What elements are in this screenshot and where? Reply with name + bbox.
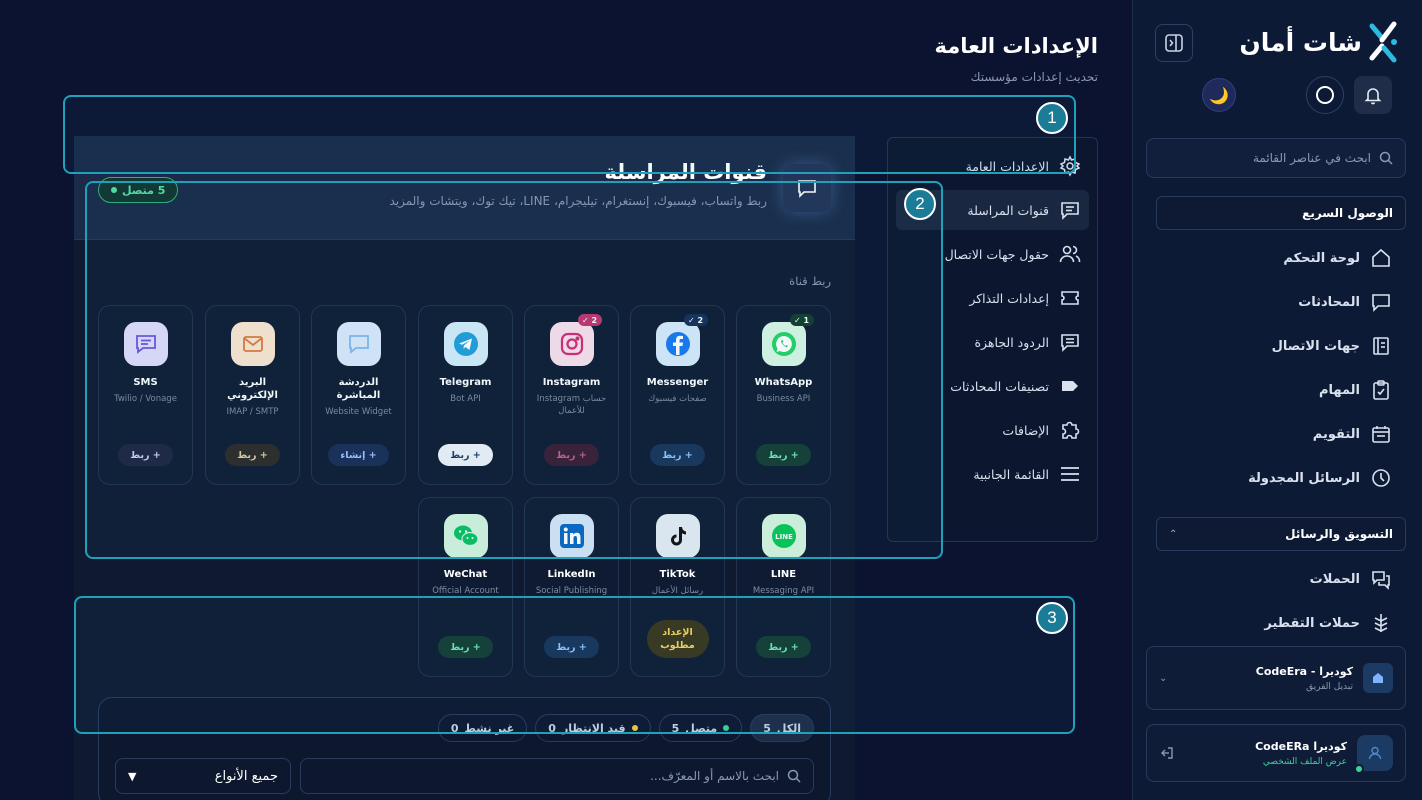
logo-icon xyxy=(1369,21,1397,63)
menu-icon xyxy=(1061,467,1079,481)
status-ring-icon xyxy=(1316,86,1334,104)
theme-toggle-button[interactable]: 🌙 xyxy=(1202,78,1236,112)
sidebar-toggle-icon xyxy=(1165,34,1183,52)
channel-name: LinkedIn xyxy=(547,569,596,580)
chevron-down-icon: ⌄ xyxy=(1159,672,1168,684)
avatar xyxy=(1354,735,1393,774)
header-icon-row: 🌙 xyxy=(1202,76,1392,114)
type-select-value: جميع الأنواع xyxy=(214,768,278,784)
callout-number-2: 2 xyxy=(904,188,936,220)
profile-name: كوديرا CodeERa xyxy=(1255,739,1347,753)
profile-text: كوديرا CodeERa عرض الملف الشخصي xyxy=(1255,740,1347,767)
settings-item-label: القائمة الجانبية xyxy=(973,466,1049,482)
page-title: الإعدادات العامة xyxy=(934,34,1098,58)
callout-box-3 xyxy=(74,596,1075,734)
sidebar-item-label: الرسائل المجدولة xyxy=(1248,470,1360,486)
profile-sub: عرض الملف الشخصي xyxy=(1262,756,1347,767)
settings-item-label: قنوات المراسلة xyxy=(967,202,1049,218)
sidebar-item-label: لوحة التحكم xyxy=(1283,250,1360,266)
online-indicator xyxy=(1354,764,1364,774)
profile-info: كوديرا CodeERa عرض الملف الشخصي xyxy=(1255,735,1393,774)
sidebar-item-label: المهام xyxy=(1318,382,1360,398)
marketing-header[interactable]: التسويق والرسائل ⌃ xyxy=(1156,517,1406,551)
sidebar-item-conversations[interactable]: المحادثات xyxy=(1248,280,1392,324)
sidebar-item-label: حملات التقطير xyxy=(1264,615,1360,631)
team-text: كوديرا - CodeEra تبديل الفريق xyxy=(1256,665,1353,692)
sidebar-nav: لوحة التحكم المحادثات جهات الاتصال المها… xyxy=(1248,236,1392,500)
clipboard-check-icon xyxy=(1373,380,1389,400)
sidebar-item-label: الحملات xyxy=(1309,571,1360,587)
channel-search-input[interactable]: ابحث بالاسم أو المعرّف... xyxy=(300,758,814,794)
settings-item-label: حقول جهات الاتصال xyxy=(944,246,1049,262)
collapse-sidebar-button[interactable] xyxy=(1155,24,1193,62)
calendar-icon xyxy=(1372,426,1390,443)
sidebar-item-drip[interactable]: حملات التقطير xyxy=(1264,601,1392,645)
sidebar-item-calendar[interactable]: التقويم xyxy=(1248,412,1392,456)
chevron-up-icon: ⌃ xyxy=(1169,528,1178,540)
callout-number-1: 1 xyxy=(1036,102,1068,134)
sidebar-item-label: التقويم xyxy=(1312,426,1360,442)
contacts-book-icon xyxy=(1373,337,1389,355)
search-icon xyxy=(787,769,801,783)
team-sub: تبديل الفريق xyxy=(1306,681,1353,692)
notifications-button[interactable] xyxy=(1354,76,1392,114)
search-icon xyxy=(1379,151,1393,165)
settings-item-label: تصنيفات المحادثات xyxy=(950,378,1049,394)
app-root: شات أمان 🌙 ابحث في عناصر القائمة الوصول … xyxy=(0,0,1422,800)
sidebar-item-scheduled[interactable]: الرسائل المجدولة xyxy=(1248,456,1392,500)
callout-box-2 xyxy=(85,181,943,559)
brand-name: شات أمان xyxy=(1239,27,1362,57)
sidebar-item-tasks[interactable]: المهام xyxy=(1248,368,1392,412)
sidebar: شات أمان 🌙 ابحث في عناصر القائمة الوصول … xyxy=(1132,0,1422,800)
callout-number-3: 3 xyxy=(1036,602,1068,634)
ticket-icon xyxy=(1061,291,1079,305)
quick-access-label: الوصول السريع xyxy=(1302,206,1393,220)
channel-search-placeholder: ابحث بالاسم أو المعرّف... xyxy=(650,769,779,783)
clock-icon xyxy=(1372,469,1390,487)
sidebar-search-placeholder: ابحث في عناصر القائمة xyxy=(1252,151,1371,165)
home-icon xyxy=(1372,248,1390,267)
brand[interactable]: شات أمان xyxy=(1239,20,1398,64)
moon-icon: 🌙 xyxy=(1209,85,1229,105)
channel-name: WeChat xyxy=(443,569,488,580)
channel-name: LINE xyxy=(770,569,797,580)
team-switcher[interactable]: كوديرا - CodeEra تبديل الفريق ⌄ xyxy=(1146,646,1406,710)
sidebar-item-label: جهات الاتصال xyxy=(1271,338,1360,354)
drip-icon xyxy=(1374,614,1388,632)
profile-card[interactable]: كوديرا CodeERa عرض الملف الشخصي xyxy=(1146,724,1406,782)
tag-icon xyxy=(1062,381,1078,391)
settings-item-label: الردود الجاهزة xyxy=(974,334,1049,350)
team-avatar xyxy=(1363,663,1393,693)
canned-reply-icon xyxy=(1061,334,1079,352)
sidebar-item-campaigns[interactable]: الحملات xyxy=(1264,557,1392,601)
callout-box-1 xyxy=(63,95,1076,174)
team-name: كوديرا - CodeEra xyxy=(1255,664,1353,678)
marketing-nav: الحملات حملات التقطير xyxy=(1264,557,1392,645)
sidebar-item-contacts[interactable]: جهات الاتصال xyxy=(1248,324,1392,368)
chat-icon xyxy=(1372,294,1390,312)
users-icon xyxy=(1059,245,1081,263)
page-subtitle: تحديث إعدادات مؤسستك xyxy=(970,70,1098,84)
puzzle-icon xyxy=(1062,421,1080,439)
building-icon xyxy=(1373,673,1383,683)
status-button[interactable] xyxy=(1306,76,1344,114)
sidebar-item-dashboard[interactable]: لوحة التحكم xyxy=(1248,236,1392,280)
quick-access-header[interactable]: الوصول السريع xyxy=(1156,196,1406,230)
channel-name: TikTok xyxy=(659,569,696,580)
marketing-label: التسويق والرسائل xyxy=(1285,527,1393,541)
settings-item-label: إعدادات التذاكر xyxy=(969,290,1049,306)
type-select[interactable]: جميع الأنواع ▼ xyxy=(115,758,291,794)
team-info: كوديرا - CodeEra تبديل الفريق xyxy=(1256,663,1393,693)
settings-item-label: الإضافات xyxy=(1002,422,1049,438)
logout-icon[interactable] xyxy=(1159,745,1175,761)
bell-icon xyxy=(1364,88,1382,105)
sidebar-item-label: المحادثات xyxy=(1298,294,1360,310)
chevron-down-icon: ▼ xyxy=(128,769,137,783)
message-square-icon xyxy=(1061,202,1079,220)
sidebar-search[interactable]: ابحث في عناصر القائمة xyxy=(1146,138,1406,178)
user-icon xyxy=(1368,746,1382,760)
campaigns-icon xyxy=(1372,571,1390,590)
